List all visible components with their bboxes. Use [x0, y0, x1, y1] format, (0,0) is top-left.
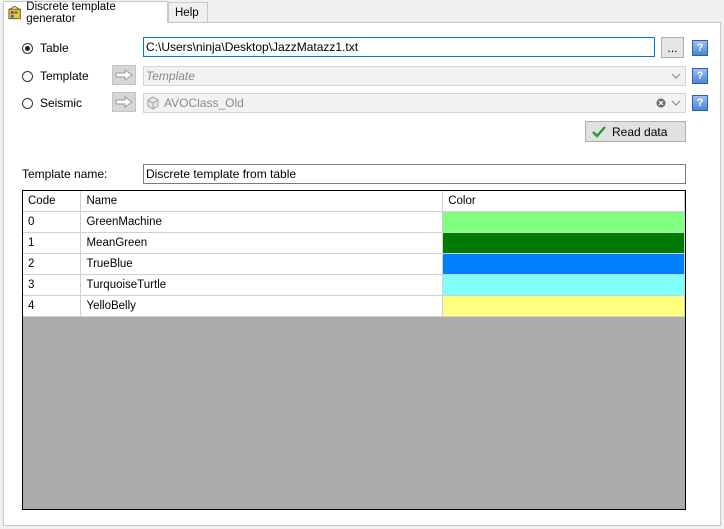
- help-icon[interactable]: ?: [692, 40, 708, 56]
- table-row[interactable]: 3 TurquoiseTurtle: [23, 274, 685, 296]
- cell-color[interactable]: [442, 211, 685, 233]
- tab-help[interactable]: Help: [168, 2, 208, 22]
- color-swatch[interactable]: [443, 274, 684, 295]
- table-header-row: Code Name Color: [23, 191, 685, 212]
- template-select[interactable]: Template: [143, 66, 686, 86]
- tab-label: Help: [175, 6, 199, 19]
- template-name-input[interactable]: Discrete template from table: [143, 164, 686, 184]
- cell-color[interactable]: [442, 295, 685, 317]
- code-table-grid: Code Name Color 0 GreenMachine 1 MeanGreen 2…: [23, 191, 685, 317]
- cell-color[interactable]: [442, 274, 685, 296]
- help-label: ?: [696, 42, 704, 54]
- cell-name[interactable]: MeanGreen: [80, 232, 444, 254]
- read-data-button[interactable]: Read data: [585, 121, 686, 142]
- browse-label: ...: [667, 40, 678, 55]
- color-swatch[interactable]: [443, 232, 684, 253]
- radio-table-button[interactable]: [22, 42, 33, 54]
- cell-color[interactable]: [442, 253, 685, 275]
- column-header-name[interactable]: Name: [80, 191, 444, 212]
- table-row[interactable]: 1 MeanGreen: [23, 232, 685, 254]
- clear-icon[interactable]: [656, 98, 666, 108]
- cell-code[interactable]: 0: [23, 211, 82, 233]
- radio-seismic-label: Seismic: [40, 96, 83, 110]
- template-placeholder: Template: [146, 69, 195, 83]
- table-row[interactable]: 4 YelloBelly: [23, 295, 685, 317]
- cell-code[interactable]: 3: [23, 274, 82, 296]
- template-arrow-button[interactable]: [112, 65, 136, 85]
- template-generator-icon: [8, 5, 21, 19]
- help-label: ?: [696, 97, 704, 109]
- seismic-select[interactable]: AVOClass_Old: [143, 93, 686, 113]
- cell-name[interactable]: YelloBelly: [80, 295, 444, 317]
- color-swatch[interactable]: [443, 211, 684, 232]
- radio-seismic[interactable]: Seismic: [22, 96, 82, 110]
- table-path-input[interactable]: C:\Users\ninja\Desktop\JazzMatazz1.txt: [143, 37, 655, 57]
- cell-code[interactable]: 1: [23, 232, 82, 254]
- radio-template[interactable]: Template: [22, 69, 89, 83]
- column-header-code[interactable]: Code: [23, 191, 82, 212]
- cell-name[interactable]: TrueBlue: [80, 253, 444, 275]
- read-data-label: Read data: [612, 124, 668, 139]
- help-icon[interactable]: ?: [692, 95, 708, 111]
- tab-label: Discrete template generator: [26, 0, 116, 25]
- radio-table[interactable]: Table: [22, 41, 69, 55]
- seismic-cube-icon: [147, 96, 159, 110]
- radio-template-button[interactable]: [22, 70, 33, 82]
- cell-name[interactable]: TurquoiseTurtle: [80, 274, 444, 296]
- browse-button[interactable]: ...: [661, 37, 684, 58]
- table-row[interactable]: 2 TrueBlue: [23, 253, 685, 275]
- checkmark-icon: [592, 125, 606, 138]
- column-header-color[interactable]: Color: [442, 191, 685, 212]
- table-path-value: C:\Users\ninja\Desktop\JazzMatazz1.txt: [146, 40, 359, 54]
- cell-code[interactable]: 4: [23, 295, 82, 317]
- cell-code[interactable]: 2: [23, 253, 82, 275]
- help-icon[interactable]: ?: [692, 68, 708, 84]
- arrow-right-icon: [115, 69, 133, 81]
- color-swatch[interactable]: [443, 253, 684, 274]
- chevron-down-icon: [671, 100, 681, 106]
- tab-discrete-template-generator[interactable]: Discrete template generator: [3, 0, 168, 25]
- radio-table-label: Table: [40, 41, 69, 55]
- code-table[interactable]: Code Name Color 0 GreenMachine 1 MeanGreen 2…: [22, 190, 686, 510]
- radio-seismic-button[interactable]: [22, 97, 33, 109]
- table-row[interactable]: 0 GreenMachine: [23, 211, 685, 233]
- radio-template-label: Template: [40, 69, 89, 83]
- cell-name[interactable]: GreenMachine: [80, 211, 444, 233]
- seismic-value: AVOClass_Old: [164, 96, 244, 110]
- color-swatch[interactable]: [443, 295, 684, 316]
- arrow-right-icon: [115, 96, 133, 108]
- template-name-value: Discrete template from table: [146, 167, 297, 181]
- help-label: ?: [696, 70, 704, 82]
- seismic-arrow-button[interactable]: [112, 92, 136, 112]
- cell-color[interactable]: [442, 232, 685, 254]
- chevron-down-icon: [671, 73, 681, 79]
- template-name-label: Template name:: [22, 167, 108, 181]
